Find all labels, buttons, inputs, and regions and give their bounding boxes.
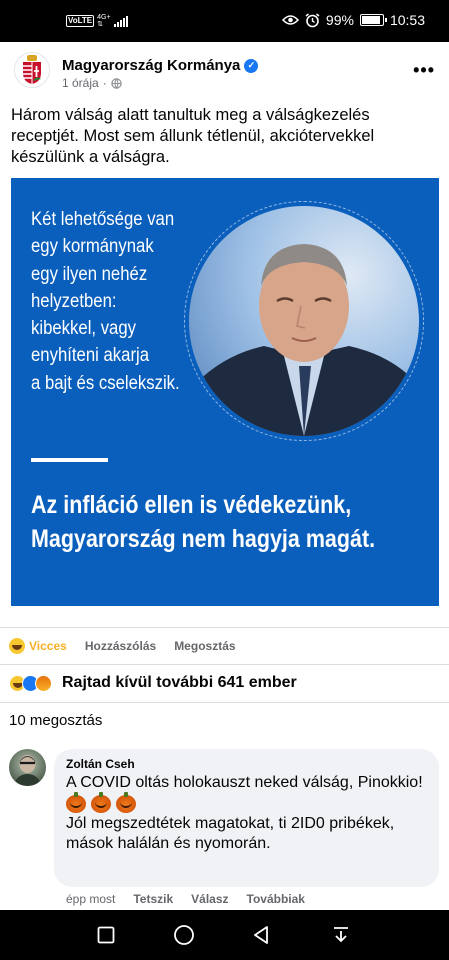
comment-text-line1: A COVID oltás holokauszt neked válság, P…: [66, 774, 423, 791]
coat-of-arms-icon: [23, 55, 41, 84]
eye-icon: [281, 15, 299, 25]
comment-more-button[interactable]: Továbbiak: [247, 892, 305, 906]
divider: [0, 702, 449, 703]
system-nav-bar: [0, 910, 449, 960]
status-bar: VoLTE 4G+ ⇅ 99% 10:53: [0, 0, 449, 42]
reaction-label: Vicces: [29, 639, 67, 653]
post-meta: 1 órája ·: [62, 76, 122, 90]
page-name[interactable]: Magyarország Kormánya ✓: [62, 57, 259, 74]
comment-reply-button[interactable]: Válasz: [191, 892, 228, 906]
clock: 10:53: [389, 12, 425, 28]
battery-percent: 99%: [325, 12, 354, 28]
pumpkin-icon: [66, 791, 86, 813]
globe-icon: [111, 77, 122, 89]
haha-emoji-icon: [9, 638, 25, 654]
portrait-photo: [189, 206, 419, 436]
comment-text-line2: Jól megszedtétek magatokat, ti 2ID0 prib…: [66, 814, 395, 853]
image-quote-text: Két lehetősége van egy kormánynak egy il…: [31, 209, 180, 394]
reaction-button[interactable]: Vicces: [9, 638, 67, 654]
comment-bubble[interactable]: Zoltán Cseh A COVID oltás holokauszt nek…: [54, 749, 439, 887]
comment-button[interactable]: Hozzászólás: [85, 639, 156, 653]
pumpkin-icon: [116, 791, 136, 813]
comment-actions: épp most Tetszik Válasz Továbbiak: [66, 892, 305, 906]
image-divider: [31, 458, 108, 462]
pumpkin-emojis: [66, 791, 427, 813]
comment-author[interactable]: Zoltán Cseh: [66, 757, 427, 771]
post-text: Három válság alatt tanultuk meg a válság…: [11, 106, 375, 166]
battery-icon: [359, 14, 387, 26]
status-right: 99% 10:53: [281, 12, 425, 28]
page-avatar[interactable]: [14, 52, 50, 88]
commenter-avatar[interactable]: [9, 749, 46, 786]
meta-separator: ·: [102, 76, 107, 90]
notification-pull-icon[interactable]: [330, 924, 352, 946]
shares-count[interactable]: 10 megosztás: [9, 712, 102, 729]
reaction-stack: [9, 674, 52, 692]
back-triangle-icon[interactable]: [251, 924, 273, 946]
network-type: 4G+ ⇅: [97, 14, 111, 28]
comment-time: épp most: [66, 892, 116, 906]
post-time[interactable]: 1 órája: [62, 76, 99, 90]
pumpkin-icon: [91, 791, 111, 813]
share-button[interactable]: Megosztás: [174, 639, 235, 653]
signal-indicators: VoLTE 4G+ ⇅: [66, 14, 128, 28]
alarm-icon: [305, 12, 320, 27]
reactions-count-text: Rajtad kívül további 641 ember: [62, 674, 297, 691]
post-image[interactable]: Két lehetősége van egy kormánynak egy il…: [11, 178, 439, 606]
angry-emoji-icon: [35, 674, 52, 692]
recents-square-icon[interactable]: [95, 924, 117, 946]
comment-label: Hozzászólás: [84, 639, 157, 653]
signal-bars-icon: [113, 15, 128, 27]
reactions-summary[interactable]: Rajtad kívül további 641 ember: [9, 674, 297, 692]
verified-badge-icon: ✓: [244, 58, 259, 73]
share-label: Megosztás: [174, 639, 236, 653]
image-headline: Az infláció ellen is védekezünk, Magyaro…: [31, 491, 376, 553]
post-action-bar: Vicces Hozzászólás Megosztás: [0, 627, 449, 665]
volte-badge: VoLTE: [66, 15, 95, 27]
home-circle-icon[interactable]: [173, 924, 195, 946]
comment-like-button[interactable]: Tetszik: [133, 892, 173, 906]
more-options-icon[interactable]: •••: [413, 60, 435, 81]
